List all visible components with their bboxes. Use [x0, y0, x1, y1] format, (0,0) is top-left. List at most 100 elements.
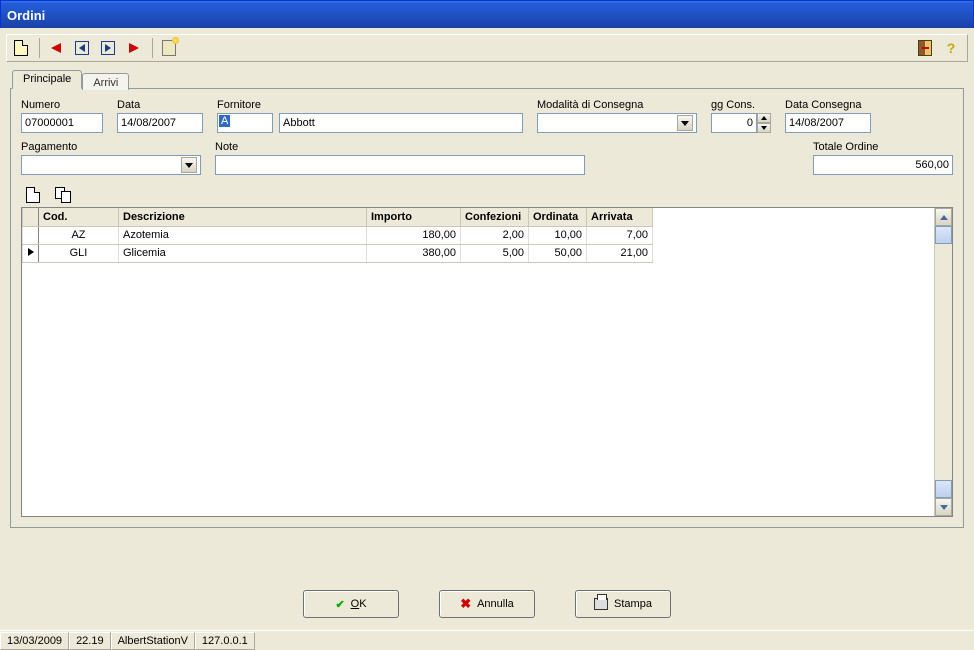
nav-last-icon [101, 41, 115, 55]
scroll-down-button[interactable] [935, 498, 952, 516]
cell-importo[interactable]: 180,00 [367, 226, 461, 244]
cell-arrivata[interactable]: 7,00 [587, 226, 653, 244]
grid-new-row-button[interactable] [21, 184, 45, 206]
grid: Cod. Descrizione Importo Confezioni Ordi… [21, 207, 953, 517]
tab-principale[interactable]: Principale [12, 70, 82, 89]
ok-label: OK [351, 598, 367, 610]
tab-panel-principale: Numero Data Fornitore A Modalità di Cons… [10, 88, 964, 528]
table-row[interactable]: AZAzotemia180,002,0010,007,00 [23, 226, 653, 244]
stampa-label: Stampa [614, 598, 652, 610]
spin-up-button[interactable] [757, 113, 771, 123]
cell-confezioni[interactable]: 5,00 [461, 244, 529, 262]
dataconsegna-input[interactable] [785, 113, 871, 133]
cell-ordinata[interactable]: 10,00 [529, 226, 587, 244]
modalita-field: Modalità di Consegna [537, 99, 697, 133]
cell-cod[interactable]: GLI [39, 244, 119, 262]
fornitore-field: Fornitore A [217, 99, 523, 133]
status-date: 13/03/2009 [0, 632, 69, 650]
status-ip: 127.0.0.1 [195, 632, 255, 650]
col-arrivata[interactable]: Arrivata [587, 208, 653, 226]
table-row[interactable]: GLIGlicemia380,005,0050,0021,00 [23, 244, 653, 262]
scroll-thumb[interactable] [935, 480, 952, 498]
pagamento-select[interactable] [21, 155, 201, 175]
main-toolbar: ? [6, 34, 968, 62]
nav-first-button[interactable] [70, 37, 94, 59]
spin-down-button[interactable] [757, 123, 771, 133]
col-confezioni[interactable]: Confezioni [461, 208, 529, 226]
orders-table[interactable]: Cod. Descrizione Importo Confezioni Ordi… [22, 208, 653, 263]
annulla-button[interactable]: ✖ Annulla [439, 590, 535, 618]
ggcons-field: gg Cons. [711, 99, 771, 133]
fornitore-name-input[interactable] [279, 113, 523, 133]
nav-prev-button[interactable] [44, 37, 68, 59]
dataconsegna-label: Data Consegna [785, 99, 871, 111]
data-label: Data [117, 99, 203, 111]
ggcons-label: gg Cons. [711, 99, 771, 111]
modalita-select[interactable] [537, 113, 697, 133]
help-button[interactable]: ? [939, 37, 963, 59]
wizard-button[interactable] [157, 37, 181, 59]
scroll-up-button[interactable] [935, 208, 952, 226]
grid-corner [23, 208, 39, 226]
status-station: AlbertStationV [111, 632, 195, 650]
ggcons-input[interactable] [711, 113, 757, 133]
data-field: Data [117, 99, 203, 133]
cell-arrivata[interactable]: 21,00 [587, 244, 653, 262]
cell-cod[interactable]: AZ [39, 226, 119, 244]
nav-next-button[interactable] [122, 37, 146, 59]
row-indicator [23, 244, 39, 262]
cell-descrizione[interactable]: Glicemia [119, 244, 367, 262]
dropdown-icon [677, 115, 693, 131]
stampa-button[interactable]: Stampa [575, 590, 671, 618]
nav-last-button[interactable] [96, 37, 120, 59]
cell-ordinata[interactable]: 50,00 [529, 244, 587, 262]
ok-button[interactable]: ✔ OK [303, 590, 399, 618]
row-indicator [23, 226, 39, 244]
printer-icon [594, 598, 608, 610]
pagamento-field: Pagamento [21, 141, 201, 175]
toolbar-sep [152, 38, 153, 58]
exit-icon [918, 40, 932, 56]
numero-input[interactable] [21, 113, 103, 133]
wizard-icon [162, 40, 176, 56]
current-row-icon [28, 248, 34, 256]
dialog-button-bar: ✔ OK ✖ Annulla Stampa [0, 590, 974, 618]
fornitore-code-input[interactable]: A [217, 113, 273, 133]
chevron-down-icon [761, 126, 767, 130]
cell-importo[interactable]: 380,00 [367, 244, 461, 262]
window-title: Ordini [7, 8, 45, 23]
totale-output [813, 155, 953, 175]
x-icon: ✖ [460, 596, 471, 612]
status-bar: 13/03/2009 22.19 AlbertStationV 127.0.0.… [0, 630, 974, 650]
chevron-down-icon [940, 505, 948, 510]
note-input[interactable] [215, 155, 585, 175]
totale-label: Totale Ordine [813, 141, 953, 153]
grid-transfer-button[interactable] [51, 184, 75, 206]
exit-button[interactable] [913, 37, 937, 59]
cell-confezioni[interactable]: 2,00 [461, 226, 529, 244]
numero-field: Numero [21, 99, 103, 133]
col-descrizione[interactable]: Descrizione [119, 208, 367, 226]
ggcons-spinner[interactable] [711, 113, 771, 133]
col-ordinata[interactable]: Ordinata [529, 208, 587, 226]
tabset: Principale Arrivi Numero Data Fornitore … [10, 68, 964, 528]
dropdown-icon [181, 157, 197, 173]
data-input[interactable] [117, 113, 203, 133]
arrow-left-icon [51, 43, 61, 53]
note-label: Note [215, 141, 585, 153]
scroll-thumb[interactable] [935, 226, 952, 244]
cell-descrizione[interactable]: Azotemia [119, 226, 367, 244]
grid-vscrollbar[interactable] [934, 208, 952, 516]
col-importo[interactable]: Importo [367, 208, 461, 226]
col-cod[interactable]: Cod. [39, 208, 119, 226]
tab-arrivi[interactable]: Arrivi [82, 73, 129, 90]
chevron-up-icon [761, 116, 767, 120]
toolbar-sep [39, 38, 40, 58]
new-button[interactable] [9, 37, 33, 59]
numero-label: Numero [21, 99, 103, 111]
pagamento-label: Pagamento [21, 141, 201, 153]
arrow-right-icon [129, 43, 139, 53]
dataconsegna-field: Data Consegna [785, 99, 871, 133]
totale-field: Totale Ordine [813, 141, 953, 175]
chevron-up-icon [940, 215, 948, 220]
